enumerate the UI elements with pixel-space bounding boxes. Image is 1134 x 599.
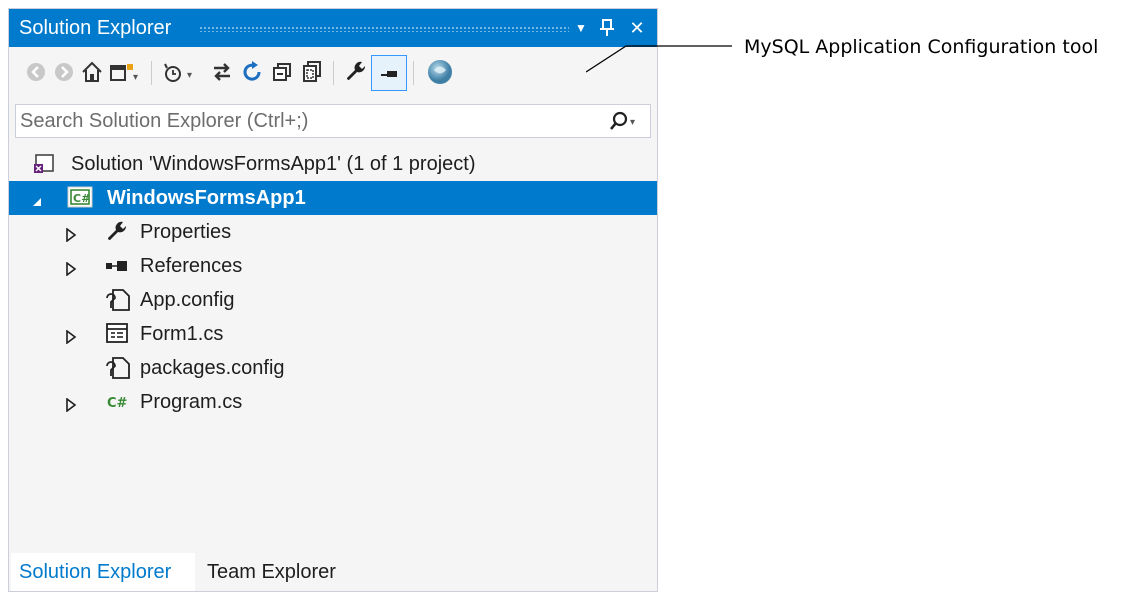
search-icon[interactable]: ▾ xyxy=(608,111,638,136)
project-node[interactable]: C# WindowsFormsApp1 xyxy=(9,181,657,215)
csharp-project-icon: C# xyxy=(67,186,93,214)
csharp-file-icon: C# xyxy=(107,393,131,416)
pending-changes-filter-icon[interactable]: ▾ xyxy=(159,57,203,87)
tree-item-label: Properties xyxy=(140,221,232,243)
collapse-all-icon[interactable] xyxy=(267,57,297,87)
tree-item-packages-config[interactable]: packages.config xyxy=(9,351,657,385)
panel-title: Solution Explorer xyxy=(19,17,172,39)
callout-label: MySQL Application Configuration tool xyxy=(744,36,1099,58)
solution-node[interactable]: Solution 'WindowsFormsApp1' (1 of 1 proj… xyxy=(9,147,657,181)
search-input[interactable] xyxy=(20,108,580,134)
solution-explorer-panel: Solution Explorer ▼ ✕ ▾ ▾ Search Solutio… xyxy=(8,8,658,592)
solution-icon xyxy=(33,152,55,180)
form-icon xyxy=(105,322,129,350)
tree-item-references[interactable]: References xyxy=(9,249,657,283)
bottom-tabs: Solution Explorer Team Explorer xyxy=(9,553,657,591)
properties-wrench-icon[interactable] xyxy=(341,57,371,87)
callout-leader-line xyxy=(586,45,732,73)
title-bar: Solution Explorer ▼ ✕ xyxy=(9,9,657,47)
tree-item-label: References xyxy=(140,255,243,277)
references-icon xyxy=(105,258,131,281)
mysql-config-icon[interactable] xyxy=(425,57,455,87)
expanded-arrow-icon[interactable] xyxy=(31,191,43,214)
pin-icon[interactable] xyxy=(597,15,617,41)
toolbar: ▾ ▾ xyxy=(9,47,657,99)
switch-views-icon[interactable]: ▾ xyxy=(109,57,139,87)
config-file-icon xyxy=(105,356,131,386)
tree-item-label: Program.cs xyxy=(140,391,243,413)
wrench-icon xyxy=(105,220,129,250)
show-all-files-icon[interactable] xyxy=(297,57,327,87)
tab-team-explorer[interactable]: Team Explorer xyxy=(199,553,367,591)
tree-item-form1[interactable]: Form1.cs xyxy=(9,317,657,351)
home-icon[interactable] xyxy=(77,57,107,87)
svg-text:C#: C# xyxy=(73,192,90,205)
preview-selected-icon[interactable] xyxy=(371,55,407,91)
drag-grip[interactable] xyxy=(199,26,569,32)
collapsed-arrow-icon[interactable] xyxy=(65,225,77,248)
tree-item-app-config[interactable]: App.config xyxy=(9,283,657,317)
tree-item-label: packages.config xyxy=(140,357,285,379)
svg-text:C#: C# xyxy=(107,396,128,410)
tree-item-label: App.config xyxy=(140,289,235,311)
solution-label: Solution 'WindowsFormsApp1' (1 of 1 proj… xyxy=(71,153,476,175)
search-box[interactable]: ▾ xyxy=(15,104,651,138)
tree-item-program[interactable]: C# Program.cs xyxy=(9,385,657,419)
project-label: WindowsFormsApp1 xyxy=(107,187,306,209)
svg-text:▾: ▾ xyxy=(133,72,138,83)
window-menu-dropdown-icon[interactable]: ▼ xyxy=(571,15,591,41)
svg-text:▾: ▾ xyxy=(187,70,192,81)
tree-item-label: Form1.cs xyxy=(140,323,224,345)
collapsed-arrow-icon[interactable] xyxy=(65,327,77,350)
svg-text:▾: ▾ xyxy=(630,117,635,128)
tab-solution-explorer[interactable]: Solution Explorer xyxy=(11,553,195,591)
sync-icon[interactable] xyxy=(207,57,237,87)
refresh-icon[interactable] xyxy=(237,57,267,87)
close-icon[interactable]: ✕ xyxy=(625,15,649,41)
back-icon[interactable] xyxy=(21,57,51,87)
tree-item-properties[interactable]: Properties xyxy=(9,215,657,249)
collapsed-arrow-icon[interactable] xyxy=(65,395,77,418)
config-file-icon xyxy=(105,288,131,318)
collapsed-arrow-icon[interactable] xyxy=(65,259,77,282)
forward-icon[interactable] xyxy=(49,57,79,87)
